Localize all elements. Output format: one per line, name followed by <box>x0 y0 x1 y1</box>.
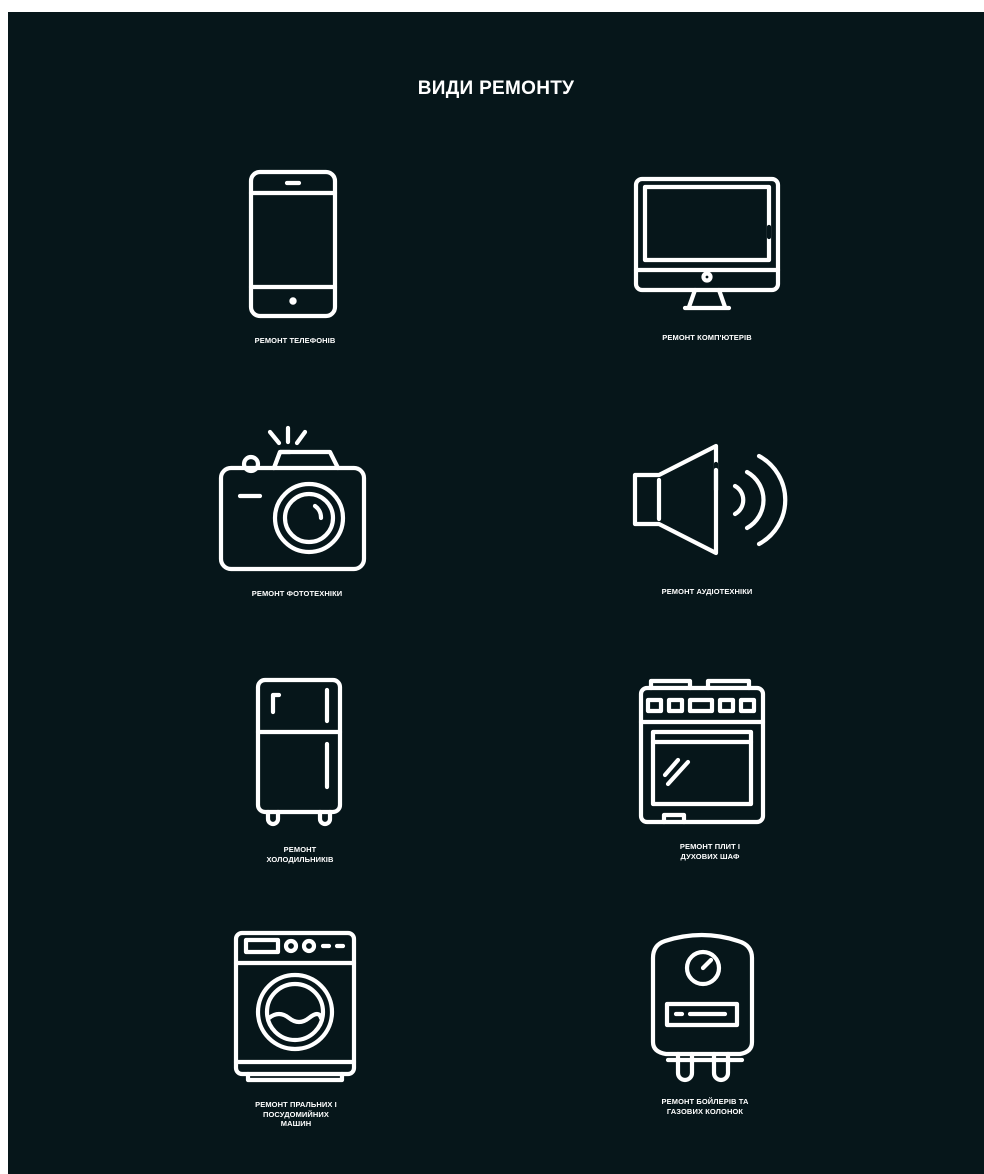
desktop-monitor-icon <box>633 176 781 312</box>
service-label-photo: РЕМОНТ ФОТОТЕХНІКИ <box>251 589 343 598</box>
smartphone-icon <box>248 169 338 319</box>
service-label-boilers: РЕМОНТ БОЙЛЕРІВ ТА ГАЗОВИХ КОЛОНОК <box>661 1097 749 1116</box>
section-title: ВИДИ РЕМОНТУ <box>417 78 575 99</box>
service-label-fridges: РЕМОНТ ХОЛОДИЛЬНИКІВ <box>266 845 334 864</box>
camera-icon <box>218 424 368 574</box>
services-panel: ВИДИ РЕМОНТУ РЕМОНТ ТЕЛЕФОНІВ РЕМОНТ КОМ… <box>8 12 984 1174</box>
stove-oven-icon <box>638 678 768 826</box>
service-label-phones: РЕМОНТ ТЕЛЕФОНІВ <box>254 336 336 345</box>
service-label-computers: РЕМОНТ КОМП'ЮТЕРІВ <box>662 333 752 342</box>
water-heater-icon <box>650 932 760 1083</box>
service-label-audio: РЕМОНТ АУДІОТЕХНІКИ <box>661 587 753 596</box>
washing-machine-icon <box>233 930 358 1083</box>
service-label-washers: РЕМОНТ ПРАЛЬНИХ І ПОСУДОМИЙНИХ МАШИН <box>255 1100 337 1128</box>
service-label-stoves: РЕМОНТ ПЛИТ І ДУХОВИХ ШАФ <box>679 842 741 861</box>
refrigerator-icon <box>255 677 345 827</box>
speaker-icon <box>632 442 788 557</box>
